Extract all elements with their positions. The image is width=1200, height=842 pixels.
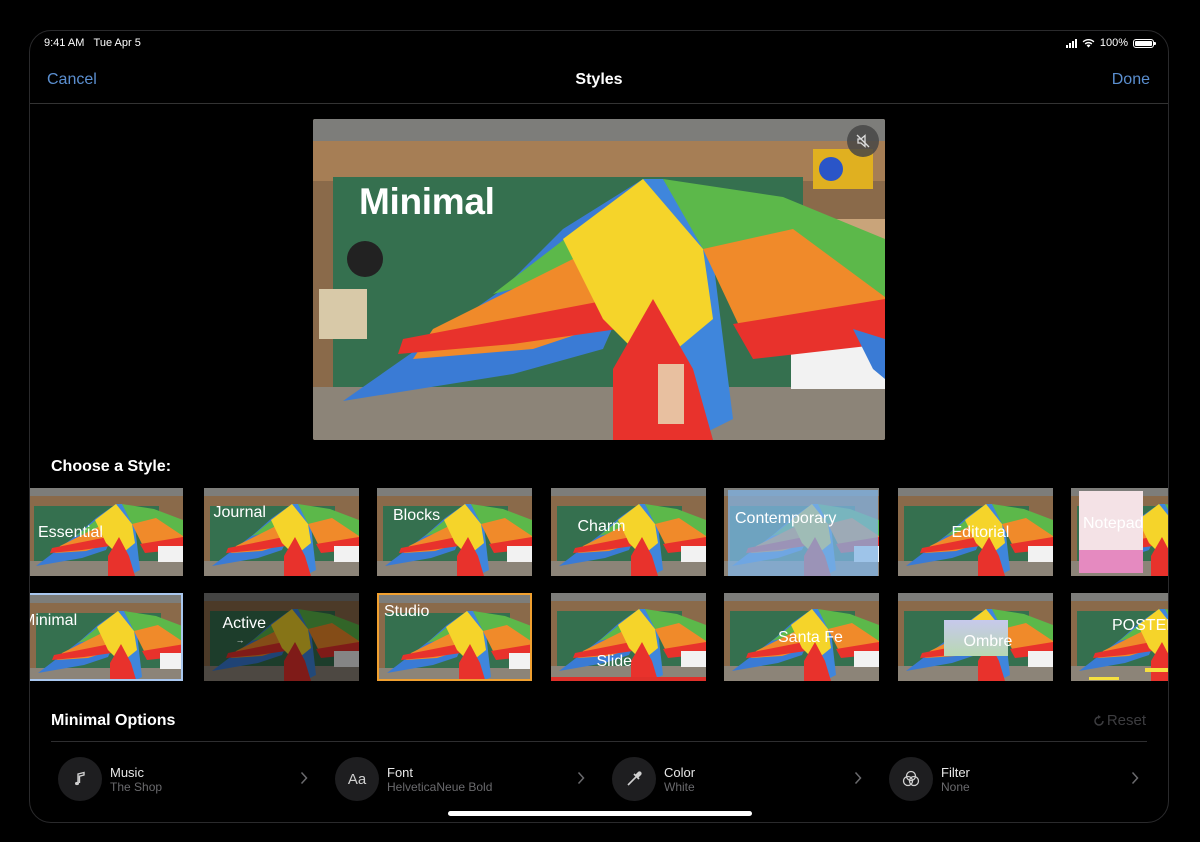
chevron-right-icon <box>577 771 585 785</box>
wifi-icon <box>1082 38 1095 48</box>
chevron-right-icon <box>300 771 308 785</box>
option-font[interactable]: Aa Font HelveticaNeue Bold <box>335 755 585 803</box>
style-tile-ombre[interactable]: Ombre <box>897 593 1053 681</box>
reset-button[interactable]: Reset <box>1093 712 1146 729</box>
option-title: Color <box>664 765 696 780</box>
options-divider <box>51 741 1147 742</box>
option-value: None <box>941 780 970 794</box>
style-tile-poster[interactable]: POSTER <box>1071 593 1168 681</box>
style-tile-journal[interactable]: Journal <box>203 488 359 576</box>
style-tile-blocks[interactable]: Blocks <box>377 488 532 576</box>
kite-preview-image <box>313 119 885 440</box>
style-tile-label: Slide <box>596 653 633 670</box>
styles-row-1: Essential Journal Blocks Charm Contempor… <box>30 488 1168 578</box>
battery-percent: 100% <box>1099 37 1128 49</box>
page-title: Styles <box>575 71 623 88</box>
style-tile-contemporary[interactable]: Contemporary <box>724 488 879 576</box>
option-title: Filter <box>941 765 970 780</box>
battery-icon <box>1133 38 1156 48</box>
speaker-mute-icon <box>856 134 870 148</box>
style-tile-label: Studio <box>384 603 430 620</box>
option-music[interactable]: Music The Shop <box>58 755 308 803</box>
style-tile-label: Santa Fe <box>778 629 843 646</box>
style-tile-label: Active <box>222 615 267 632</box>
style-options-label: Minimal Options <box>51 712 176 729</box>
style-tile-essential[interactable]: Essential <box>30 488 183 576</box>
style-tile-label: Charm <box>577 518 626 535</box>
preview-style-title: Minimal <box>359 181 495 222</box>
style-tile-slide[interactable]: Slide <box>550 593 706 681</box>
style-tile-label: Editorial <box>951 524 1010 541</box>
style-tile-charm[interactable]: Charm <box>550 488 706 576</box>
home-indicator <box>448 811 752 816</box>
style-tile-studio[interactable]: Studio <box>377 593 532 681</box>
option-value: The Shop <box>110 780 163 794</box>
option-filter[interactable]: Filter None <box>889 755 1139 803</box>
option-value: White <box>664 780 695 794</box>
status-indicators: 100% <box>1065 37 1156 49</box>
choose-style-label: Choose a Style: <box>51 458 172 475</box>
status-bar: 9:41 AM Tue Apr 5 100% <box>44 37 1156 53</box>
style-tile-editorial[interactable]: Editorial <box>897 488 1053 576</box>
style-tile-label: Notepad <box>1083 515 1144 532</box>
video-preview[interactable]: Minimal <box>313 119 885 440</box>
style-tile-active[interactable]: Active → <box>203 593 359 681</box>
ipad-screen: 9:41 AM Tue Apr 5 100% Cancel Styles Don… <box>29 30 1169 823</box>
navigation-bar: Cancel Styles Done <box>30 67 1168 104</box>
font-icon: Aa <box>335 757 379 801</box>
option-color[interactable]: Color White <box>612 755 862 803</box>
option-title: Font <box>387 765 414 780</box>
done-button[interactable]: Done <box>1112 71 1150 89</box>
style-tile-minimal[interactable]: Minimal <box>30 593 183 681</box>
style-tile-notepad[interactable]: Notepad <box>1071 488 1168 576</box>
reset-arrow-icon <box>1094 714 1104 726</box>
eyedropper-icon <box>612 757 656 801</box>
mute-button[interactable] <box>847 125 879 157</box>
chevron-right-icon <box>1131 771 1139 785</box>
style-tile-label: Journal <box>213 504 266 521</box>
chevron-right-icon <box>854 771 862 785</box>
cellular-signal-icon <box>1065 38 1077 48</box>
status-time: 9:41 AM Tue Apr 5 <box>44 37 141 49</box>
option-title: Music <box>110 765 144 780</box>
music-note-icon <box>58 757 102 801</box>
style-tile-label: Contemporary <box>735 510 837 527</box>
style-tile-label: Ombre <box>963 633 1013 650</box>
style-tile-label: Essential <box>38 524 103 541</box>
styles-row-2: Minimal Active→ Studio Slide <box>30 593 1168 683</box>
style-tile-santa-fe[interactable]: Santa Fe <box>724 593 879 681</box>
filter-circles-icon <box>889 757 933 801</box>
option-value: HelveticaNeue Bold <box>387 780 493 794</box>
style-tile-label: Blocks <box>393 507 441 524</box>
style-tile-label: Minimal <box>30 612 78 629</box>
style-tile-label: POSTER <box>1112 617 1168 634</box>
reset-label: Reset <box>1106 712 1146 729</box>
